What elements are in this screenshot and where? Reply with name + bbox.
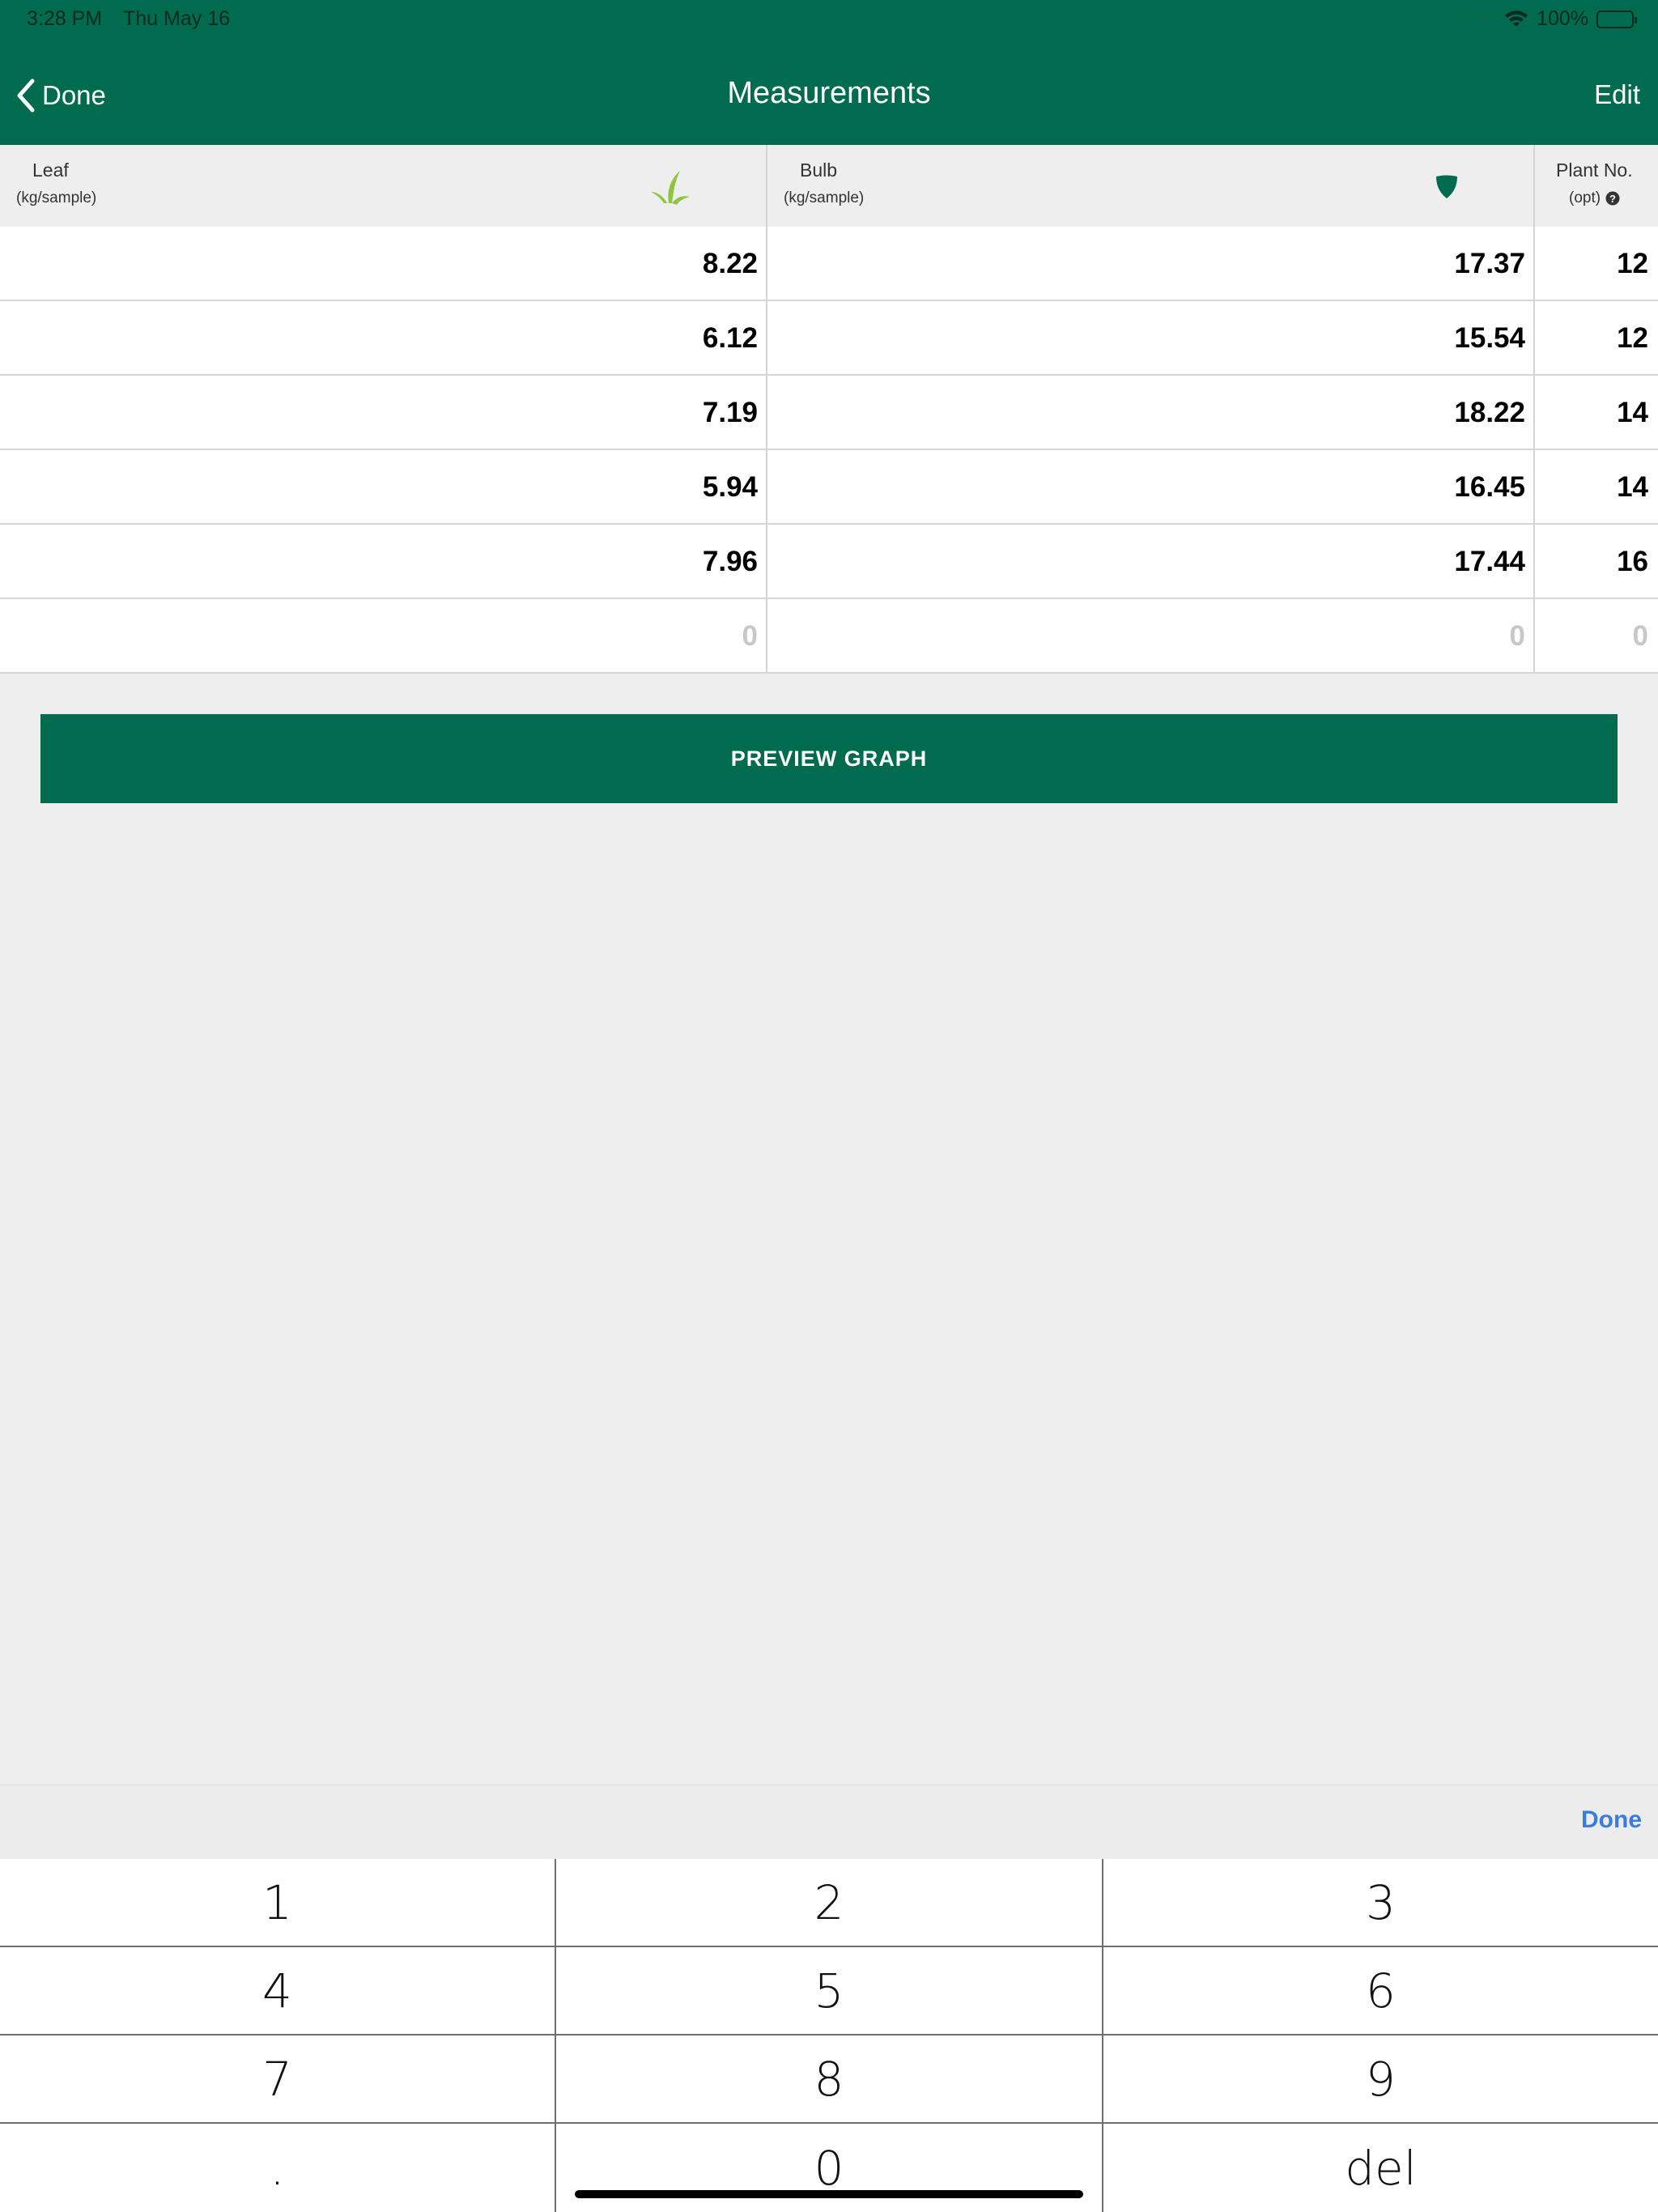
- plant-no-cell[interactable]: 12: [1537, 227, 1648, 301]
- preview-graph-button[interactable]: PREVIEW GRAPH: [40, 714, 1618, 803]
- bulb-value-cell[interactable]: 17.37: [769, 227, 1525, 301]
- status-indicators: ···· 100%: [1468, 7, 1637, 31]
- battery-percent: 100%: [1537, 7, 1588, 30]
- key-1[interactable]: 1: [0, 1859, 555, 1947]
- plant-no-input[interactable]: 0: [1537, 599, 1648, 674]
- column-unit: (kg/sample): [784, 189, 865, 206]
- leaf-value-cell[interactable]: 7.96: [0, 525, 758, 599]
- key-3[interactable]: 3: [1103, 1859, 1658, 1947]
- bulb-input[interactable]: 0: [769, 599, 1525, 674]
- table-row: 7.19 18.22 14: [0, 376, 1658, 450]
- key-decimal[interactable]: .: [0, 2124, 555, 2212]
- table-row: 7.96 17.44 16: [0, 525, 1658, 599]
- leaf-value-cell[interactable]: 7.19: [0, 376, 758, 450]
- signal-icon: ····: [1468, 10, 1497, 28]
- key-7[interactable]: 7: [0, 2035, 555, 2124]
- status-time: 3:28 PM: [27, 7, 103, 30]
- column-unit: (opt): [1569, 189, 1601, 206]
- bulb-value-cell[interactable]: 18.22: [769, 376, 1525, 450]
- plant-no-cell[interactable]: 12: [1537, 301, 1648, 376]
- table-row: 8.22 17.37 12: [0, 227, 1658, 301]
- plant-no-cell[interactable]: 14: [1537, 450, 1648, 525]
- leaf-value-cell[interactable]: 5.94: [0, 450, 758, 525]
- edit-button[interactable]: Edit: [1594, 79, 1640, 110]
- table-row: 6.12 15.54 12: [0, 301, 1658, 376]
- svg-text:?: ?: [1609, 193, 1616, 205]
- measurements-table: Leaf (kg/sample) Bulb (kg/sample) Plant …: [0, 145, 1658, 674]
- column-header-bulb: Bulb (kg/sample): [784, 145, 1520, 227]
- navigation-bar: 3:28 PM Thu May 16 ···· 100% Done Measur…: [0, 0, 1658, 145]
- key-2[interactable]: 2: [556, 1859, 1102, 1947]
- wifi-icon: [1505, 10, 1528, 27]
- leaf-value-cell[interactable]: 8.22: [0, 227, 758, 301]
- number-pad: 1 2 3 4 5 6 7 8 9 . 0 del: [0, 1859, 1658, 2212]
- bulb-icon: [1436, 175, 1457, 198]
- key-0[interactable]: 0: [556, 2124, 1102, 2212]
- status-bar: 3:28 PM Thu May 16 ···· 100%: [0, 0, 1658, 37]
- column-label: Plant No.: [1556, 160, 1633, 181]
- page-title: Measurements: [727, 76, 931, 110]
- table-row: 5.94 16.45 14: [0, 450, 1658, 525]
- table-row-empty: 0 0 0: [0, 599, 1658, 674]
- column-label: Leaf: [32, 160, 69, 181]
- plant-no-cell[interactable]: 14: [1537, 376, 1648, 450]
- key-delete[interactable]: del: [1103, 2124, 1658, 2212]
- battery-icon: [1596, 10, 1637, 28]
- key-8[interactable]: 8: [556, 2035, 1102, 2124]
- column-header-leaf: Leaf (kg/sample): [16, 145, 753, 227]
- bulb-value-cell[interactable]: 15.54: [769, 301, 1525, 376]
- column-label: Bulb: [800, 160, 838, 181]
- bulb-value-cell[interactable]: 17.44: [769, 525, 1525, 599]
- plant-no-cell[interactable]: 16: [1537, 525, 1648, 599]
- leaf-icon: [651, 171, 690, 205]
- key-6[interactable]: 6: [1103, 1947, 1658, 2035]
- column-header-plant-no: Plant No. (opt) ?: [1537, 145, 1658, 227]
- leaf-value-cell[interactable]: 6.12: [0, 301, 758, 376]
- table-header: Leaf (kg/sample) Bulb (kg/sample) Plant …: [0, 145, 1658, 227]
- home-indicator[interactable]: [575, 2190, 1083, 2198]
- key-4[interactable]: 4: [0, 1947, 555, 2035]
- status-date: Thu May 16: [123, 7, 231, 30]
- keyboard-done-button[interactable]: Done: [1581, 1806, 1642, 1834]
- key-9[interactable]: 9: [1103, 2035, 1658, 2124]
- key-5[interactable]: 5: [556, 1947, 1102, 2035]
- keyboard-toolbar: Done: [0, 1784, 1658, 1859]
- help-icon[interactable]: ?: [1605, 191, 1620, 206]
- bulb-value-cell[interactable]: 16.45: [769, 450, 1525, 525]
- column-unit: (kg/sample): [16, 189, 97, 206]
- leaf-input[interactable]: 0: [0, 599, 758, 674]
